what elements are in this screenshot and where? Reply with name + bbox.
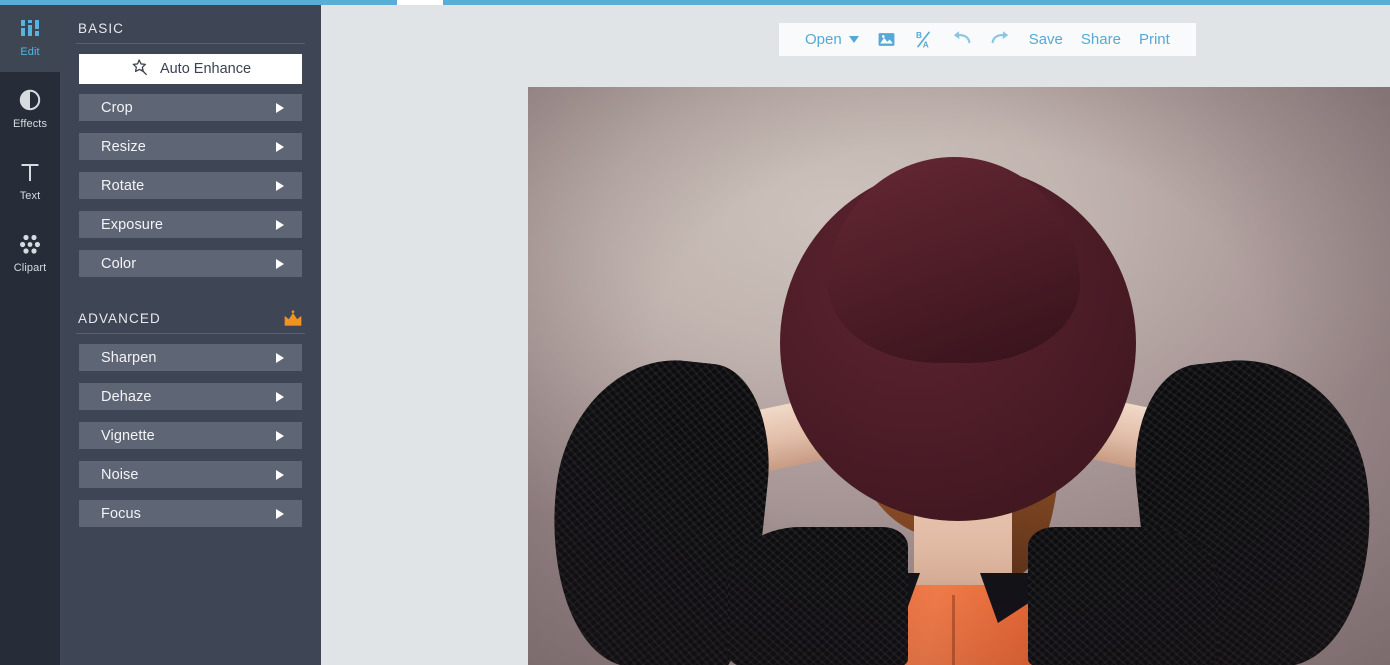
tool-rotate[interactable]: Rotate xyxy=(79,172,302,199)
tool-crop-label: Crop xyxy=(101,99,133,116)
sidebar-item-clipart-label: Clipart xyxy=(13,261,47,274)
undo-arrow-icon xyxy=(951,29,972,50)
undo-button[interactable] xyxy=(942,23,981,56)
redo-button[interactable] xyxy=(981,23,1020,56)
tool-exposure[interactable]: Exposure xyxy=(79,211,302,238)
svg-text:A: A xyxy=(922,39,928,49)
save-button[interactable]: Save xyxy=(1020,23,1072,56)
editor-toolbar: Open B A Save Share Print xyxy=(779,23,1196,56)
sliders-icon xyxy=(18,15,42,41)
photo-viewport[interactable] xyxy=(528,87,1390,665)
caret-right-icon xyxy=(276,102,284,113)
redo-arrow-icon xyxy=(990,29,1011,50)
sidebar-item-effects-label: Effects xyxy=(12,117,48,130)
tool-dehaze[interactable]: Dehaze xyxy=(79,383,302,410)
auto-enhance-button[interactable]: Auto Enhance xyxy=(79,54,302,84)
text-t-icon xyxy=(18,159,42,185)
image-icon xyxy=(877,30,896,49)
sidebar-item-edit[interactable]: Edit xyxy=(0,0,60,72)
tool-noise[interactable]: Noise xyxy=(79,461,302,488)
tool-focus[interactable]: Focus xyxy=(79,500,302,527)
tool-focus-label: Focus xyxy=(101,505,141,522)
basic-section-divider xyxy=(76,43,305,44)
sidebar-item-edit-label: Edit xyxy=(20,45,40,58)
tool-vignette[interactable]: Vignette xyxy=(79,422,302,449)
magic-wand-icon xyxy=(130,58,149,81)
advanced-section-title: ADVANCED xyxy=(78,310,161,326)
auto-enhance-label: Auto Enhance xyxy=(159,61,252,77)
save-label: Save xyxy=(1028,31,1063,48)
tool-rotate-label: Rotate xyxy=(101,177,145,194)
sidebar-item-text[interactable]: Text xyxy=(0,144,60,216)
caret-right-icon xyxy=(276,258,284,269)
caret-right-icon xyxy=(276,469,284,480)
advanced-section-header: ADVANCED xyxy=(74,289,307,333)
open-button[interactable]: Open xyxy=(796,23,868,56)
before-after-icon: B A xyxy=(914,30,933,49)
tool-color-label: Color xyxy=(101,255,137,272)
print-button[interactable]: Print xyxy=(1130,23,1179,56)
chevron-down-icon xyxy=(848,36,859,43)
before-after-button[interactable]: B A xyxy=(905,23,942,56)
contrast-icon xyxy=(18,87,42,113)
caret-right-icon xyxy=(276,219,284,230)
editor-canvas: Open B A Save Share Print xyxy=(321,5,1390,665)
print-label: Print xyxy=(1138,31,1170,48)
tool-noise-label: Noise xyxy=(101,466,139,483)
svg-text:B: B xyxy=(916,30,922,40)
basic-section-title: BASIC xyxy=(78,21,125,36)
tool-sharpen[interactable]: Sharpen xyxy=(79,344,302,371)
tool-resize-label: Resize xyxy=(101,138,146,155)
image-button[interactable] xyxy=(868,23,905,56)
share-label: Share xyxy=(1080,31,1121,48)
sidebar-item-clipart[interactable]: Clipart xyxy=(0,216,60,288)
share-button[interactable]: Share xyxy=(1072,23,1130,56)
sidebar-item-text-label: Text xyxy=(19,189,41,202)
tool-dehaze-label: Dehaze xyxy=(101,388,152,405)
caret-right-icon xyxy=(276,352,284,363)
photo-vignette xyxy=(528,87,1390,665)
left-icon-rail: Edit Effects Text Clipart xyxy=(0,0,60,665)
tool-resize[interactable]: Resize xyxy=(79,133,302,160)
caret-right-icon xyxy=(276,141,284,152)
caret-right-icon xyxy=(276,430,284,441)
caret-right-icon xyxy=(276,180,284,191)
caret-right-icon xyxy=(276,508,284,519)
advanced-section-divider xyxy=(76,333,305,334)
top-accent-bar xyxy=(0,0,1390,5)
basic-section-header: BASIC xyxy=(74,0,307,43)
tool-crop[interactable]: Crop xyxy=(79,94,302,121)
tool-vignette-label: Vignette xyxy=(101,427,155,444)
tools-panel: BASIC Auto Enhance Crop Resize Rotate Ex… xyxy=(60,0,321,665)
tool-exposure-label: Exposure xyxy=(101,216,164,233)
clipart-icon xyxy=(18,231,42,257)
open-label: Open xyxy=(805,31,842,48)
top-accent-bar-gap xyxy=(397,0,443,5)
caret-right-icon xyxy=(276,391,284,402)
sidebar-item-effects[interactable]: Effects xyxy=(0,72,60,144)
tool-color[interactable]: Color xyxy=(79,250,302,277)
edited-photo[interactable] xyxy=(528,87,1390,665)
crown-icon xyxy=(283,310,303,326)
tool-sharpen-label: Sharpen xyxy=(101,349,157,366)
